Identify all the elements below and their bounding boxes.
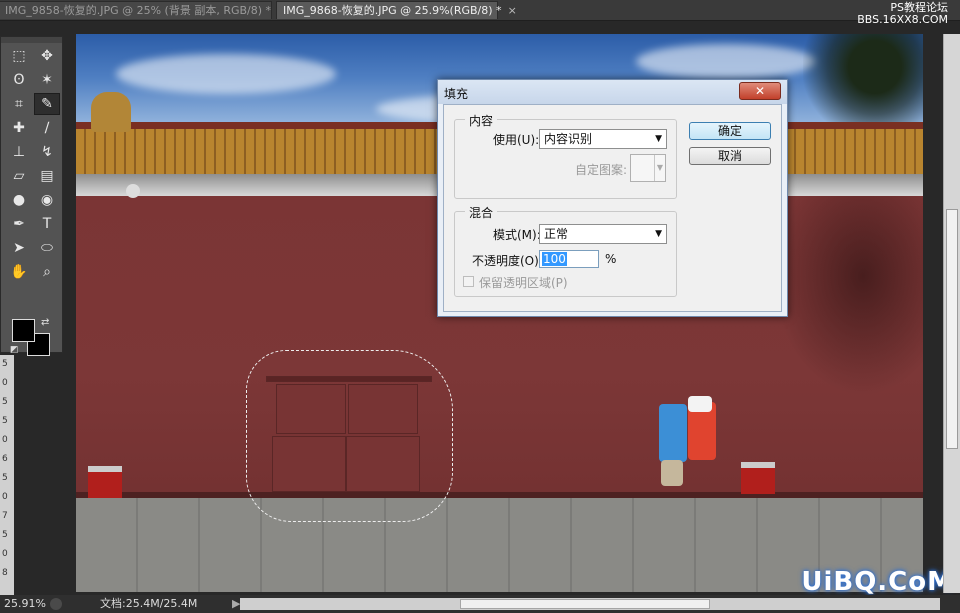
person-blue-shirt <box>659 404 687 462</box>
ellipse-tool-icon[interactable]: ⬭ <box>34 237 60 259</box>
content-group-title: 内容 <box>465 112 498 129</box>
tools-panel: ⬚✥ʘ✶⌗✎✚∕⊥↯▱▤●◉✒T➤⬭✋⌕◘▣ ⇄ ◩ <box>0 36 63 356</box>
dialog-title-bar[interactable]: 填充 ✕ <box>438 80 787 104</box>
ruler-tick-label: 5 <box>2 397 8 407</box>
ruler-tick-label: 7 <box>2 511 8 521</box>
move-tool-icon[interactable]: ✥ <box>34 45 60 67</box>
use-select[interactable]: 内容识别 ▼ <box>539 129 667 149</box>
horizontal-scrollbar[interactable] <box>240 598 940 610</box>
eraser-tool-icon[interactable]: ▱ <box>6 165 32 187</box>
ruler-tick-label: 0 <box>2 549 8 559</box>
ruler-tick-label: 0 <box>2 435 8 445</box>
path-selection-tool-icon[interactable]: ➤ <box>6 237 32 259</box>
blur-tool-icon[interactable]: ● <box>6 189 32 211</box>
forum-watermark-url: BBS.16XX8.COM <box>857 13 948 26</box>
document-tab-bar: IMG_9858-恢复的.JPG @ 25% (背景 副本, RGB/8) *×… <box>0 0 960 26</box>
mode-label: 模式(M): <box>493 228 541 242</box>
roof-ornament <box>91 92 131 132</box>
opacity-input[interactable]: 100 <box>539 250 599 268</box>
rectangular-marquee-tool-icon[interactable]: ⬚ <box>6 45 32 67</box>
use-select-value: 内容识别 <box>544 132 593 146</box>
horizontal-scroll-thumb[interactable] <box>460 599 710 609</box>
security-camera <box>126 184 140 198</box>
tab-img-9868[interactable]: IMG_9868-恢复的.JPG @ 25.9%(RGB/8) * × <box>276 1 517 19</box>
status-info-icon[interactable] <box>50 598 62 610</box>
content-group: 内容 使用(U): 内容识别 ▼ 自定图案: ▼ <box>454 112 677 199</box>
type-tool-icon[interactable]: T <box>34 213 60 235</box>
ruler-tick-label: 5 <box>2 473 8 483</box>
opacity-label: 不透明度(O): <box>472 254 543 268</box>
preserve-transparency-label: 保留透明区域(P) <box>479 276 568 290</box>
cancel-button[interactable]: 取消 <box>689 147 771 165</box>
clone-stamp-tool-icon[interactable]: ⊥ <box>6 141 32 163</box>
mode-select[interactable]: 正常 ▼ <box>539 224 667 244</box>
stone-pavement <box>76 498 923 592</box>
site-watermark: UiBQ.CoM <box>801 567 954 597</box>
panel-grip[interactable] <box>1 37 62 43</box>
custom-pattern-label: 自定图案: <box>575 163 628 177</box>
tab-label: IMG_9868-恢复的.JPG @ 25.9%(RGB/8) * <box>283 4 502 17</box>
person-shorts <box>661 460 683 486</box>
hand-tool-icon[interactable]: ✋ <box>6 261 32 283</box>
tab-img-9858[interactable]: IMG_9858-恢复的.JPG @ 25% (背景 副本, RGB/8) *× <box>0 1 286 19</box>
chevron-down-icon: ▼ <box>654 155 665 181</box>
sun-shade-paper <box>688 396 712 412</box>
dialog-title: 填充 <box>444 87 469 101</box>
blending-group: 混合 模式(M): 正常 ▼ 不透明度(O): 100 % 保留透明区域(P) <box>454 204 677 297</box>
default-colors-icon[interactable]: ◩ <box>10 345 19 355</box>
ruler-tick-label: 5 <box>2 416 8 426</box>
ok-button[interactable]: 确定 <box>689 122 771 140</box>
document-size: 文档:25.4M/25.4M <box>100 597 198 610</box>
close-icon[interactable]: × <box>508 4 517 17</box>
gradient-tool-icon[interactable]: ▤ <box>34 165 60 187</box>
opacity-value: 100 <box>542 252 567 266</box>
opacity-unit: % <box>605 252 617 266</box>
preserve-transparency-checkbox[interactable] <box>463 276 474 287</box>
zoom-level[interactable]: 25.91% <box>4 595 46 613</box>
swap-colors-icon[interactable]: ⇄ <box>41 317 49 328</box>
cloud <box>116 54 336 94</box>
custom-pattern-picker: ▼ <box>630 154 666 182</box>
ruler-tick-label: 8 <box>2 568 8 578</box>
foreground-color-swatch[interactable] <box>12 319 35 342</box>
ruler-tick-label: 5 <box>2 359 8 369</box>
chevron-down-icon: ▼ <box>655 134 662 144</box>
pen-tool-icon[interactable]: ✒ <box>6 213 32 235</box>
dialog-body: 内容 使用(U): 内容识别 ▼ 自定图案: ▼ 混合 模式(M): 正常 ▼ 不透… <box>443 104 782 312</box>
zoom-tool-icon[interactable]: ⌕ <box>34 261 60 283</box>
lasso-selection <box>246 350 453 522</box>
use-label: 使用(U): <box>493 133 540 147</box>
lasso-tool-icon[interactable]: ʘ <box>6 69 32 91</box>
tab-label: IMG_9858-恢复的.JPG @ 25% (背景 副本, RGB/8) * <box>5 4 272 17</box>
cloud <box>636 44 816 79</box>
vertical-ruler: 5 0 5 5 0 6 5 0 7 5 0 8 <box>0 355 14 595</box>
brush-tool-icon[interactable]: ∕ <box>34 117 60 139</box>
magic-wand-tool-icon[interactable]: ✶ <box>34 69 60 91</box>
fill-dialog: 填充 ✕ 内容 使用(U): 内容识别 ▼ 自定图案: ▼ 混合 模式(M): 正… <box>437 79 788 317</box>
trash-bin <box>741 462 775 494</box>
trash-bin <box>88 466 122 498</box>
blending-group-title: 混合 <box>465 204 498 221</box>
crop-tool-icon[interactable]: ⌗ <box>6 93 32 115</box>
history-brush-tool-icon[interactable]: ↯ <box>34 141 60 163</box>
close-button[interactable]: ✕ <box>739 82 781 100</box>
vertical-scrollbar[interactable] <box>943 34 960 593</box>
ruler-tick-label: 5 <box>2 530 8 540</box>
mode-select-value: 正常 <box>544 227 569 241</box>
eyedropper-tool-icon[interactable]: ✎ <box>34 93 60 115</box>
ruler-tick-label: 6 <box>2 454 8 464</box>
vertical-scroll-thumb[interactable] <box>946 209 958 449</box>
tree-shadow <box>773 196 923 396</box>
ruler-tick-label: 0 <box>2 492 8 502</box>
healing-brush-tool-icon[interactable]: ✚ <box>6 117 32 139</box>
forum-watermark: PS教程论坛 BBS.16XX8.COM <box>857 2 948 26</box>
ruler-tick-label: 0 <box>2 378 8 388</box>
chevron-down-icon: ▼ <box>655 229 662 239</box>
dodge-tool-icon[interactable]: ◉ <box>34 189 60 211</box>
